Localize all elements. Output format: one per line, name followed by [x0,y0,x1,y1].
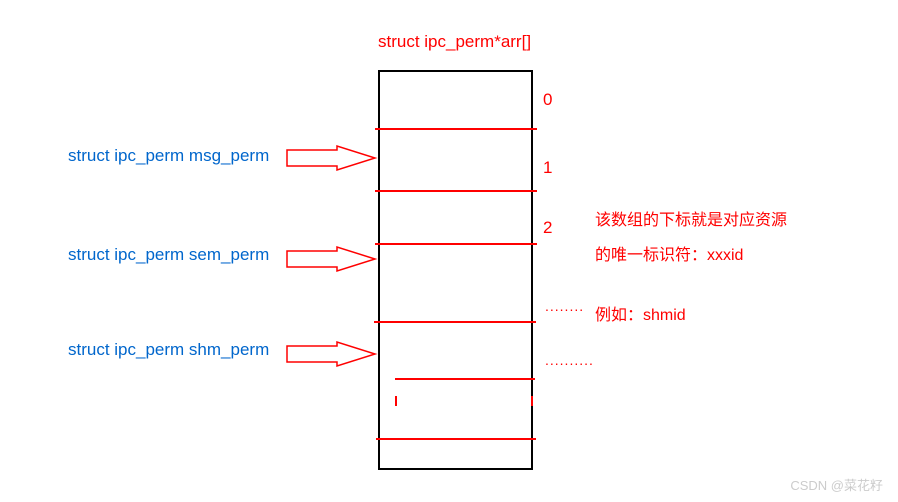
arrow-msg [285,144,380,174]
diagram-title: struct ipc_perm*arr[] [378,32,531,52]
divider-3 [374,321,536,323]
index-1: 1 [543,158,552,178]
dots-1: ........ [545,298,584,314]
desc-line2: 的唯一标识符：xxxid [595,240,743,272]
dots-2: .......... [545,352,594,368]
desc-line3: 例如：shmid [595,300,686,332]
divider-5 [376,438,536,440]
tick-right [531,396,533,406]
divider-4 [395,378,535,380]
label-msg-perm: struct ipc_perm msg_perm [68,146,269,166]
index-0: 0 [543,90,552,110]
divider-0 [375,128,537,130]
arrow-sem [285,245,380,275]
label-shm-perm: struct ipc_perm shm_perm [68,340,269,360]
divider-1 [375,190,537,192]
index-2: 2 [543,218,552,238]
divider-2 [375,243,537,245]
label-sem-perm: struct ipc_perm sem_perm [68,245,269,265]
array-container [378,70,533,470]
watermark: CSDN @菜花籽 [790,475,883,494]
arrow-shm [285,340,380,370]
desc-line1: 该数组的下标就是对应资源 [595,205,787,237]
tick-left [395,396,397,406]
